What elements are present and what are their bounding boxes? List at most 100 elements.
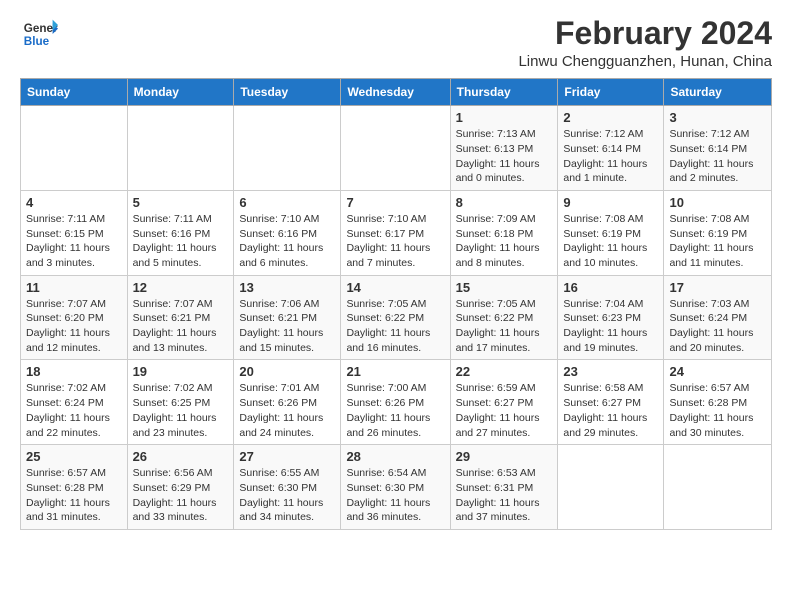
day-number: 25: [26, 449, 122, 464]
day-number: 1: [456, 110, 553, 125]
day-info: Sunrise: 6:53 AM Sunset: 6:31 PM Dayligh…: [456, 466, 553, 525]
day-number: 9: [563, 195, 658, 210]
calendar-cell: 28Sunrise: 6:54 AM Sunset: 6:30 PM Dayli…: [341, 445, 450, 530]
calendar-cell: 16 Sunrise: 7:04 AM Sunset: 6:23 PM Dayli…: [558, 275, 664, 360]
day-number: 13: [239, 280, 335, 295]
calendar-cell: [127, 106, 234, 191]
day-number: 23: [563, 364, 658, 379]
day-info: Sunrise: 7:02 AM Sunset: 6:24 PM Dayligh…: [26, 381, 122, 440]
day-info: Sunrise: 7:05 AM Sunset: 6:22 PM Dayligh…: [346, 297, 444, 356]
main-title: February 2024: [518, 16, 772, 51]
week-row-4: 18 Sunrise: 7:02 AM Sunset: 6:24 PM Dayli…: [21, 360, 772, 445]
calendar-cell: [558, 445, 664, 530]
calendar-cell: 23 Sunrise: 6:58 AM Sunset: 6:27 PM Dayli…: [558, 360, 664, 445]
col-header-wednesday: Wednesday: [341, 79, 450, 106]
day-number: 6: [239, 195, 335, 210]
calendar-cell: 6 Sunrise: 7:10 AM Sunset: 6:16 PM Daylig…: [234, 190, 341, 275]
day-number: 12: [133, 280, 229, 295]
calendar-cell: 21 Sunrise: 7:00 AM Sunset: 6:26 PM Dayli…: [341, 360, 450, 445]
week-row-5: 25Sunrise: 6:57 AM Sunset: 6:28 PM Dayli…: [21, 445, 772, 530]
calendar-cell: 12Sunrise: 7:07 AM Sunset: 6:21 PM Dayli…: [127, 275, 234, 360]
day-number: 29: [456, 449, 553, 464]
day-info: Sunrise: 7:06 AM Sunset: 6:21 PM Dayligh…: [239, 297, 335, 356]
calendar-table: SundayMondayTuesdayWednesdayThursdayFrid…: [20, 78, 772, 530]
calendar-cell: 4Sunrise: 7:11 AM Sunset: 6:15 PM Daylig…: [21, 190, 128, 275]
calendar-cell: 15 Sunrise: 7:05 AM Sunset: 6:22 PM Dayli…: [450, 275, 558, 360]
col-header-sunday: Sunday: [21, 79, 128, 106]
logo-icon: General Blue: [22, 16, 58, 52]
day-info: Sunrise: 7:04 AM Sunset: 6:23 PM Dayligh…: [563, 297, 658, 356]
calendar-cell: 10 Sunrise: 7:08 AM Sunset: 6:19 PM Dayli…: [664, 190, 772, 275]
day-number: 22: [456, 364, 553, 379]
day-number: 19: [133, 364, 229, 379]
calendar-cell: 27Sunrise: 6:55 AM Sunset: 6:30 PM Dayli…: [234, 445, 341, 530]
day-info: Sunrise: 7:08 AM Sunset: 6:19 PM Dayligh…: [669, 212, 766, 271]
day-number: 11: [26, 280, 122, 295]
calendar-cell: 26 Sunrise: 6:56 AM Sunset: 6:29 PM Dayli…: [127, 445, 234, 530]
day-number: 28: [346, 449, 444, 464]
calendar-cell: 17 Sunrise: 7:03 AM Sunset: 6:24 PM Dayli…: [664, 275, 772, 360]
day-info: Sunrise: 7:02 AM Sunset: 6:25 PM Dayligh…: [133, 381, 229, 440]
day-number: 5: [133, 195, 229, 210]
day-info: Sunrise: 7:10 AM Sunset: 6:16 PM Dayligh…: [239, 212, 335, 271]
calendar-cell: 20Sunrise: 7:01 AM Sunset: 6:26 PM Dayli…: [234, 360, 341, 445]
calendar-cell: [341, 106, 450, 191]
day-info: Sunrise: 6:55 AM Sunset: 6:30 PM Dayligh…: [239, 466, 335, 525]
day-info: Sunrise: 6:59 AM Sunset: 6:27 PM Dayligh…: [456, 381, 553, 440]
day-number: 7: [346, 195, 444, 210]
calendar-cell: 24 Sunrise: 6:57 AM Sunset: 6:28 PM Dayli…: [664, 360, 772, 445]
day-number: 24: [669, 364, 766, 379]
week-row-3: 11 Sunrise: 7:07 AM Sunset: 6:20 PM Dayli…: [21, 275, 772, 360]
calendar-cell: 7Sunrise: 7:10 AM Sunset: 6:17 PM Daylig…: [341, 190, 450, 275]
col-header-monday: Monday: [127, 79, 234, 106]
calendar-cell: [664, 445, 772, 530]
day-info: Sunrise: 7:13 AM Sunset: 6:13 PM Dayligh…: [456, 127, 553, 186]
calendar-cell: 19 Sunrise: 7:02 AM Sunset: 6:25 PM Dayli…: [127, 360, 234, 445]
day-info: Sunrise: 6:56 AM Sunset: 6:29 PM Dayligh…: [133, 466, 229, 525]
header: General Blue February 2024 Linwu Chenggu…: [20, 16, 772, 70]
day-info: Sunrise: 6:57 AM Sunset: 6:28 PM Dayligh…: [669, 381, 766, 440]
day-info: Sunrise: 7:11 AM Sunset: 6:16 PM Dayligh…: [133, 212, 229, 271]
calendar-cell: 9 Sunrise: 7:08 AM Sunset: 6:19 PM Daylig…: [558, 190, 664, 275]
day-info: Sunrise: 7:08 AM Sunset: 6:19 PM Dayligh…: [563, 212, 658, 271]
day-number: 16: [563, 280, 658, 295]
day-number: 10: [669, 195, 766, 210]
day-info: Sunrise: 7:12 AM Sunset: 6:14 PM Dayligh…: [563, 127, 658, 186]
calendar-cell: 29 Sunrise: 6:53 AM Sunset: 6:31 PM Dayli…: [450, 445, 558, 530]
subtitle: Linwu Chengguanzhen, Hunan, China: [518, 53, 772, 70]
day-info: Sunrise: 7:03 AM Sunset: 6:24 PM Dayligh…: [669, 297, 766, 356]
col-header-tuesday: Tuesday: [234, 79, 341, 106]
week-row-1: 1 Sunrise: 7:13 AM Sunset: 6:13 PM Daylig…: [21, 106, 772, 191]
day-info: Sunrise: 7:00 AM Sunset: 6:26 PM Dayligh…: [346, 381, 444, 440]
week-row-2: 4Sunrise: 7:11 AM Sunset: 6:15 PM Daylig…: [21, 190, 772, 275]
calendar-cell: 14 Sunrise: 7:05 AM Sunset: 6:22 PM Dayli…: [341, 275, 450, 360]
svg-text:Blue: Blue: [24, 35, 50, 48]
title-block: February 2024 Linwu Chengguanzhen, Hunan…: [518, 16, 772, 70]
calendar-cell: [234, 106, 341, 191]
day-info: Sunrise: 6:58 AM Sunset: 6:27 PM Dayligh…: [563, 381, 658, 440]
day-number: 14: [346, 280, 444, 295]
day-info: Sunrise: 7:05 AM Sunset: 6:22 PM Dayligh…: [456, 297, 553, 356]
calendar-cell: 22 Sunrise: 6:59 AM Sunset: 6:27 PM Dayli…: [450, 360, 558, 445]
calendar-cell: 18 Sunrise: 7:02 AM Sunset: 6:24 PM Dayli…: [21, 360, 128, 445]
header-row: SundayMondayTuesdayWednesdayThursdayFrid…: [21, 79, 772, 106]
day-number: 3: [669, 110, 766, 125]
day-info: Sunrise: 7:01 AM Sunset: 6:26 PM Dayligh…: [239, 381, 335, 440]
col-header-thursday: Thursday: [450, 79, 558, 106]
col-header-friday: Friday: [558, 79, 664, 106]
day-info: Sunrise: 7:07 AM Sunset: 6:20 PM Dayligh…: [26, 297, 122, 356]
day-info: Sunrise: 7:12 AM Sunset: 6:14 PM Dayligh…: [669, 127, 766, 186]
day-number: 15: [456, 280, 553, 295]
day-info: Sunrise: 7:09 AM Sunset: 6:18 PM Dayligh…: [456, 212, 553, 271]
calendar-cell: [21, 106, 128, 191]
day-number: 26: [133, 449, 229, 464]
calendar-cell: 5 Sunrise: 7:11 AM Sunset: 6:16 PM Daylig…: [127, 190, 234, 275]
calendar-cell: 1 Sunrise: 7:13 AM Sunset: 6:13 PM Daylig…: [450, 106, 558, 191]
day-number: 21: [346, 364, 444, 379]
day-number: 17: [669, 280, 766, 295]
day-number: 18: [26, 364, 122, 379]
col-header-saturday: Saturday: [664, 79, 772, 106]
day-number: 8: [456, 195, 553, 210]
day-info: Sunrise: 7:11 AM Sunset: 6:15 PM Dayligh…: [26, 212, 122, 271]
day-number: 2: [563, 110, 658, 125]
